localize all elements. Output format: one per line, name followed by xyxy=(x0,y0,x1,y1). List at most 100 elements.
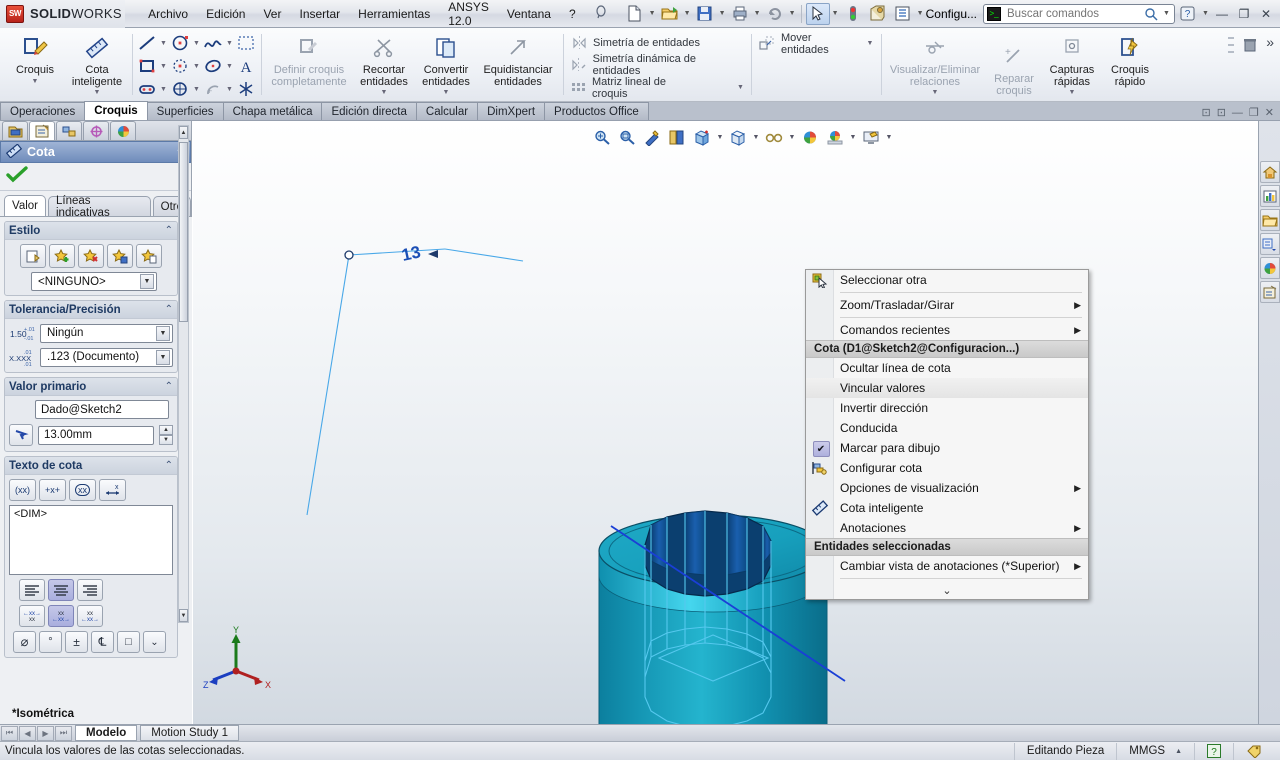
ellipse-icon[interactable] xyxy=(202,55,224,77)
scroll-thumb[interactable] xyxy=(179,142,188,322)
status-units-caret[interactable]: ▲ xyxy=(1175,748,1182,755)
smart-dimension-button[interactable]: Cota inteligente ▼ xyxy=(66,30,128,96)
smart-dimension-dropdown-caret[interactable]: ▼ xyxy=(94,89,101,96)
menu-insertar[interactable]: Insertar xyxy=(290,3,349,25)
stepper-up[interactable]: ▲ xyxy=(159,425,173,435)
rebuild-icon[interactable] xyxy=(841,3,865,25)
slot-caret[interactable]: ▼ xyxy=(159,86,168,93)
style-panel-header[interactable]: Estilo ⌃ xyxy=(5,222,177,240)
tab-dimxpert[interactable]: DimXpert xyxy=(477,102,546,120)
construction-icon[interactable] xyxy=(235,78,257,100)
spline-hole[interactable] xyxy=(644,510,772,597)
nav-last-icon[interactable]: ⏭ xyxy=(55,725,72,741)
arrows-smart-icon[interactable]: xx ←xx→ xyxy=(77,605,103,627)
delete-style-icon[interactable] xyxy=(78,244,104,268)
sketch-dropdown-caret[interactable]: ▼ xyxy=(32,78,39,85)
style-combo-caret[interactable]: ▼ xyxy=(140,274,154,289)
menu-archivo[interactable]: Archivo xyxy=(139,3,197,25)
arc-caret[interactable]: ▼ xyxy=(225,86,234,93)
restore-icon[interactable]: ❐ xyxy=(1234,5,1254,23)
search-icon[interactable] xyxy=(1144,7,1158,21)
undo-caret[interactable]: ▼ xyxy=(788,3,797,25)
symbol-buttons[interactable]: ⌀ ° ± ℄ □ ⌄ xyxy=(9,627,173,653)
link-value-icon[interactable] xyxy=(9,424,33,446)
search-input[interactable] xyxy=(1005,6,1140,21)
property-subtabs[interactable]: Valor Líneas indicativas Otro xyxy=(0,191,191,219)
parenthesis-button[interactable]: (xx) xyxy=(9,479,36,501)
nav-prev-icon[interactable]: ◀ xyxy=(19,725,36,741)
convert-entities-button[interactable]: Convertir entidades ▼ xyxy=(415,30,477,96)
circle-icon[interactable] xyxy=(169,32,191,54)
document-tab-bar[interactable]: ⏮ ◀ ▶ ⏭ Modelo Motion Study 1 xyxy=(0,724,1280,741)
style-combo[interactable]: <NINGUNO> ▼ xyxy=(31,272,157,291)
minimize-icon[interactable]: — xyxy=(1212,5,1232,23)
move-entities-button[interactable]: Mover entidades ▼ xyxy=(755,32,877,56)
style-buttons-row[interactable] xyxy=(9,244,173,268)
ctx-ocultar-linea-de-cota[interactable]: Ocultar línea de cota xyxy=(806,358,1088,378)
line-caret[interactable]: ▼ xyxy=(159,40,168,47)
menu-bar[interactable]: Archivo Edición Ver Insertar Herramienta… xyxy=(139,0,617,32)
green-check-icon[interactable] xyxy=(6,166,28,187)
menu-edicion[interactable]: Edición xyxy=(197,3,254,25)
menu-ver[interactable]: Ver xyxy=(254,3,290,25)
align-right-icon[interactable] xyxy=(77,579,103,601)
view-palette-icon[interactable] xyxy=(1259,233,1280,255)
display-delete-relations-button[interactable]: Visualizar/Eliminar relaciones ▼ xyxy=(885,30,985,96)
dimension-text-chevron[interactable]: ⌃ xyxy=(165,460,173,471)
subtab-valor[interactable]: Valor xyxy=(4,195,46,216)
ctx-zoom-trasladar-girar[interactable]: Zoom/Trasladar/Girar ▶ xyxy=(806,295,1088,315)
point-icon[interactable] xyxy=(169,78,191,100)
doc-tab-motion-study[interactable]: Motion Study 1 xyxy=(140,725,239,741)
dynamic-mirror-button[interactable]: Simetría dinámica de entidades xyxy=(567,53,747,77)
arc-icon[interactable]: + xyxy=(202,78,224,100)
dimension-value-field[interactable]: 13.00mm xyxy=(38,425,154,445)
print-icon[interactable] xyxy=(728,3,752,25)
display-relations-caret[interactable]: ▼ xyxy=(932,89,939,96)
open-document-caret[interactable]: ▼ xyxy=(683,3,692,25)
scroll-up-arrow[interactable]: ▲ xyxy=(179,126,188,139)
tab-productos-office[interactable]: Productos Office xyxy=(544,102,649,120)
text-icon[interactable]: A xyxy=(235,55,257,77)
nav-first-icon[interactable]: ⏮ xyxy=(1,725,18,741)
design-library-icon[interactable] xyxy=(1259,185,1280,207)
checkbox-checked-icon[interactable]: ✔ xyxy=(811,440,831,458)
line-icon[interactable] xyxy=(136,32,158,54)
spline-icon[interactable] xyxy=(202,32,224,54)
file-explorer-icon[interactable] xyxy=(1259,209,1280,231)
command-manager-tabs[interactable]: Operaciones Croquis Superficies Chapa me… xyxy=(0,101,1280,121)
help-button[interactable]: ? xyxy=(1175,3,1199,25)
doc-minimize-icon[interactable]: — xyxy=(1232,107,1243,119)
tab-calcular[interactable]: Calcular xyxy=(415,102,479,120)
tab-operaciones[interactable]: Operaciones xyxy=(0,102,86,120)
select-caret[interactable]: ▼ xyxy=(831,3,840,25)
settings-caret[interactable]: ▼ xyxy=(916,3,925,25)
configuration-manager-tab[interactable] xyxy=(56,121,82,140)
ellipse-caret[interactable]: ▼ xyxy=(225,63,234,70)
menu-ansys[interactable]: ANSYS 12.0 xyxy=(439,0,498,32)
document-window-controls[interactable]: ⊡ ⊡ — ❐ ✕ xyxy=(1201,106,1280,120)
ctx-conducida[interactable]: Conducida xyxy=(806,418,1088,438)
ctx-configurar-cota[interactable]: Configurar cota xyxy=(806,458,1088,478)
ctx-marcar-para-dibujo[interactable]: ✔ Marcar para dibujo xyxy=(806,438,1088,458)
search-commands-box[interactable]: >_ ▼ xyxy=(983,3,1175,24)
diameter-symbol[interactable]: ⌀ xyxy=(13,631,36,653)
restore-down-icon[interactable]: ⊡ xyxy=(1201,106,1210,119)
pin-menu-icon[interactable] xyxy=(585,1,617,26)
ctx-anotaciones[interactable]: Anotaciones ▶ xyxy=(806,518,1088,538)
degree-symbol[interactable]: ° xyxy=(39,631,62,653)
dimension-text-header[interactable]: Texto de cota ⌃ xyxy=(5,457,177,475)
dimension-text-input[interactable]: <DIM> xyxy=(9,505,173,575)
tab-superficies[interactable]: Superficies xyxy=(146,102,224,120)
rapid-sketch-button[interactable]: Croquis rápido xyxy=(1101,30,1159,88)
add-style-icon[interactable] xyxy=(49,244,75,268)
quick-snaps-button[interactable]: Capturas rápidas ▼ xyxy=(1043,30,1101,96)
display-manager-tab[interactable] xyxy=(110,121,136,140)
property-manager-tab[interactable] xyxy=(29,121,55,140)
ctx-seleccionar-otra[interactable]: Seleccionar otra xyxy=(806,270,1088,290)
tab-chapa-metalica[interactable]: Chapa metálica xyxy=(222,102,323,120)
polygon-caret[interactable]: ▼ xyxy=(192,63,201,70)
polygon-icon[interactable] xyxy=(169,55,191,77)
ctx-opciones-de-visualizacion[interactable]: Opciones de visualización ▶ xyxy=(806,478,1088,498)
centerline-symbol[interactable]: ℄ xyxy=(91,631,114,653)
select-cursor-icon[interactable] xyxy=(805,2,830,25)
